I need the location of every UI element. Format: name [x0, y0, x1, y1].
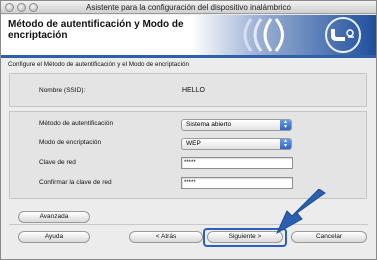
ssid-label: Nombre (SSID): [39, 87, 86, 94]
pointer-arrow-icon [275, 189, 326, 235]
select-arrows-icon: ▴ ▾ [280, 138, 291, 149]
back-button[interactable]: < Atrás [129, 231, 203, 243]
select-arrows-icon: ▴ ▾ [280, 119, 291, 130]
encryption-mode-value: WEP [186, 140, 201, 147]
header-divider [1, 55, 376, 58]
wifi-signal-icon [191, 15, 376, 55]
intro-text: Configure el Método de autentificación y… [8, 61, 189, 68]
window-title: Asistente para la configuración del disp… [86, 3, 291, 12]
network-key-input[interactable]: ***** [181, 157, 293, 169]
auth-method-select[interactable]: Sistema abierto ▴ ▾ [181, 119, 292, 131]
ssid-value: HELLO [182, 87, 205, 94]
title-bar: Asistente para la configuración del disp… [1, 1, 376, 14]
page-title: Método de autentificación y Modo de encr… [8, 19, 198, 41]
security-panel: Método de autentificación Sistema abiert… [9, 111, 367, 199]
ssid-panel: Nombre (SSID): HELLO [9, 73, 367, 107]
auth-method-value: Sistema abierto [186, 121, 232, 128]
wizard-header: Método de autentificación y Modo de encr… [1, 15, 376, 55]
setup-wizard-window: Asistente para la configuración del disp… [0, 0, 377, 260]
encryption-mode-select[interactable]: WEP ▴ ▾ [181, 138, 292, 150]
network-key-label: Clave de red [39, 159, 76, 166]
page-title-line2: encriptación [8, 30, 68, 41]
confirm-key-label: Confirmar la clave de red [39, 179, 112, 186]
encryption-mode-label: Modo de encriptación [39, 139, 102, 146]
advanced-button[interactable]: Avanzada [18, 211, 90, 223]
help-button[interactable]: Ayuda [18, 231, 90, 243]
auth-method-label: Método de autentificación [39, 120, 114, 127]
confirm-key-input[interactable]: ***** [181, 177, 293, 189]
page-title-line1: Método de autentificación y Modo de [8, 19, 184, 30]
